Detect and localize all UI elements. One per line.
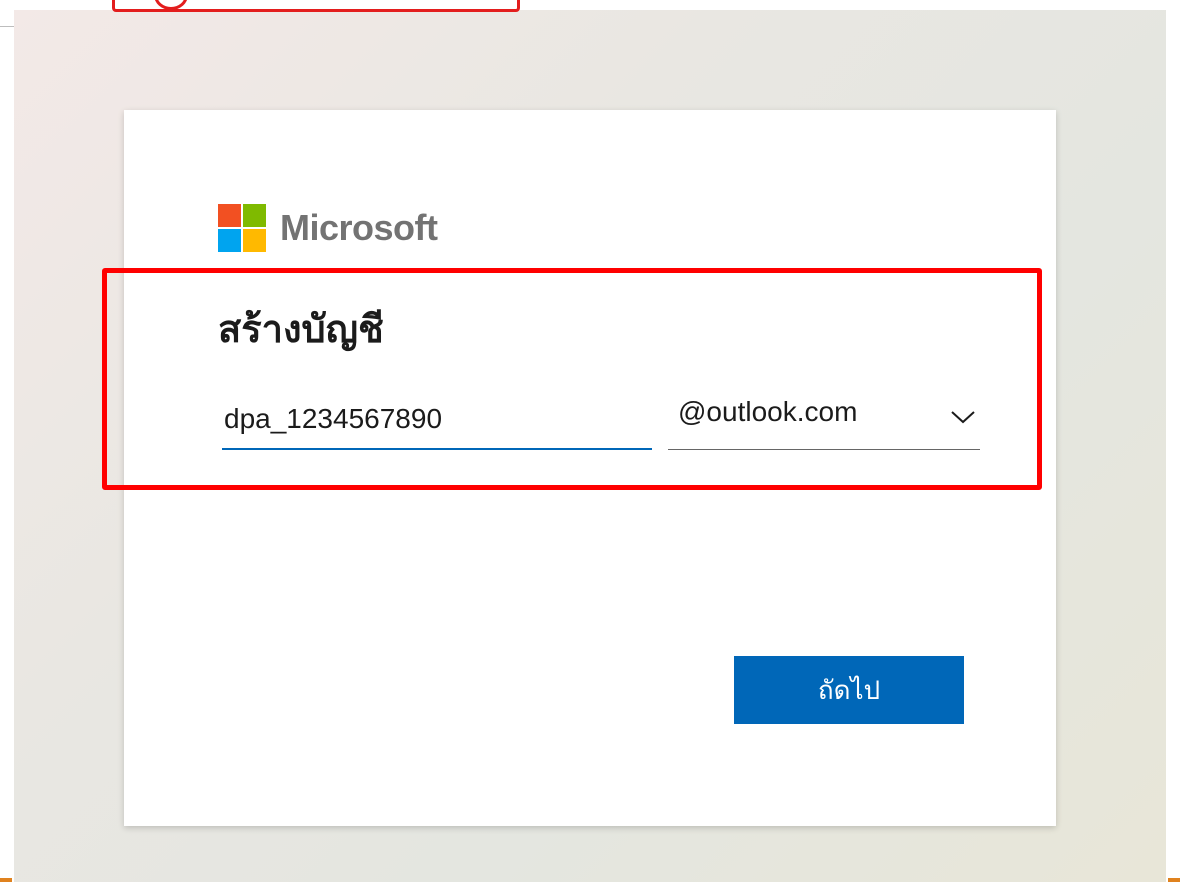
logo-square-yellow <box>243 229 266 252</box>
brand-name: Microsoft <box>280 207 438 248</box>
logo-square-blue <box>218 229 241 252</box>
top-divider <box>0 26 14 27</box>
microsoft-logo-icon <box>218 204 266 252</box>
email-domain-value: @outlook.com <box>678 395 858 427</box>
email-username-input[interactable] <box>222 380 652 450</box>
logo-square-green <box>243 204 266 227</box>
email-domain-select[interactable]: @outlook.com <box>668 380 980 450</box>
edge-accent-right <box>1168 878 1180 882</box>
signup-card: Microsoft สร้างบัญชี @outlook.com ถัดไป <box>124 110 1056 826</box>
next-button[interactable]: ถัดไป <box>734 656 964 724</box>
microsoft-logo: Microsoft <box>218 204 438 252</box>
edge-accent-left <box>0 878 12 882</box>
logo-square-red <box>218 204 241 227</box>
page-title: สร้างบัญชี <box>218 307 384 351</box>
chevron-down-icon <box>951 410 975 423</box>
